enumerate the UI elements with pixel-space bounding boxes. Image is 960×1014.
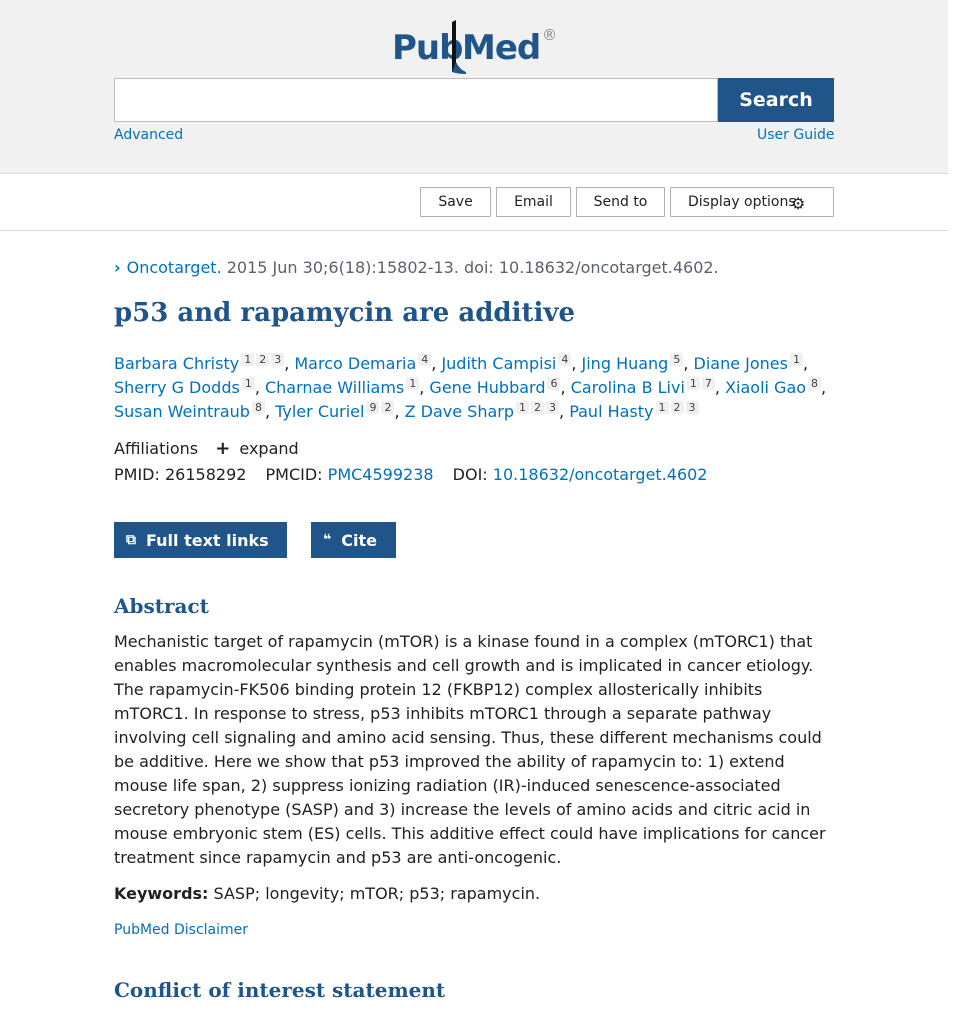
author-link[interactable]: Judith Campisi	[441, 354, 556, 373]
author-link[interactable]: Susan Weintraub	[114, 402, 250, 421]
search-input[interactable]	[114, 78, 718, 122]
external-link-icon: ⧉	[126, 532, 136, 548]
keywords-label: Keywords:	[114, 884, 209, 903]
pubmed-disclaimer-link[interactable]: PubMed Disclaimer	[114, 922, 248, 938]
affiliation-number[interactable]: 1	[406, 377, 420, 390]
affiliation-number[interactable]: 8	[808, 377, 822, 390]
display-options-label: Display options	[688, 194, 796, 210]
email-button[interactable]: Email	[496, 187, 571, 217]
cite-label: Cite	[341, 530, 377, 550]
affiliation-number[interactable]: 8	[251, 401, 265, 414]
author-link[interactable]: Barbara Christy	[114, 354, 239, 373]
affiliation-number[interactable]: 1	[516, 401, 530, 414]
full-text-links-label: Full text links	[146, 530, 269, 550]
affiliation-number[interactable]: 9	[366, 401, 380, 414]
author-link[interactable]: Marco Demaria	[294, 354, 416, 373]
expand-label: expand	[239, 439, 299, 458]
gear-icon: ⚙	[791, 194, 806, 213]
affiliation-number[interactable]: 1	[655, 401, 669, 414]
doi-link[interactable]: 10.18632/oncotarget.4602	[493, 465, 708, 484]
user-guide-link[interactable]: User Guide	[757, 127, 834, 143]
display-options-button[interactable]: Display options ⚙	[670, 187, 834, 217]
affiliation-number[interactable]: 3	[546, 401, 560, 414]
affiliation-number[interactable]: 3	[271, 353, 285, 366]
doi-label: DOI:	[452, 465, 488, 484]
abstract-heading: Abstract	[114, 594, 209, 618]
journal-link[interactable]: Oncotarget.	[127, 258, 222, 277]
chevron-right-icon[interactable]: ›	[114, 258, 121, 277]
advanced-link[interactable]: Advanced	[114, 127, 183, 143]
affiliation-number[interactable]: 2	[670, 401, 684, 414]
affiliation-number[interactable]: 4	[558, 353, 572, 366]
author-link[interactable]: Paul Hasty	[569, 402, 653, 421]
affiliation-number[interactable]: 2	[256, 353, 270, 366]
affiliations-toggle[interactable]: Affiliations + expand	[114, 438, 299, 459]
plus-icon: +	[215, 438, 231, 459]
citation-line: › Oncotarget. 2015 Jun 30;6(18):15802-13.…	[114, 258, 719, 277]
save-button[interactable]: Save	[420, 187, 491, 217]
registered-mark: ®	[542, 26, 557, 44]
author-link[interactable]: Z Dave Sharp	[405, 402, 514, 421]
cite-button[interactable]: ❝ Cite	[311, 522, 396, 558]
author-link[interactable]: Charnae Williams	[265, 378, 404, 397]
conflict-of-interest-heading: Conflict of interest statement	[114, 978, 446, 1002]
pmid-value: 26158292	[164, 465, 247, 484]
quote-icon: ❝	[323, 532, 332, 548]
keywords-list: SASP; longevity; mTOR; p53; rapamycin.	[208, 884, 541, 903]
affiliation-number[interactable]: 2	[381, 401, 395, 414]
pmcid-link[interactable]: PMC4599238	[328, 465, 434, 484]
author-link[interactable]: Gene Hubbard	[429, 378, 545, 397]
affiliation-number[interactable]: 1	[241, 377, 255, 390]
author-link[interactable]: Xiaoli Gao	[725, 378, 806, 397]
affiliations-label: Affiliations	[114, 439, 199, 458]
affiliation-number[interactable]: 5	[670, 353, 684, 366]
affiliation-number[interactable]: 6	[547, 377, 561, 390]
keywords: Keywords: SASP; longevity; mTOR; p53; ra…	[114, 884, 540, 903]
affiliation-number[interactable]: 2	[531, 401, 545, 414]
author-link[interactable]: Sherry G Dodds	[114, 378, 240, 397]
pmcid-label: PMCID:	[265, 465, 323, 484]
author-link[interactable]: Tyler Curiel	[275, 402, 364, 421]
identifiers: PMID: 26158292 PMCID: PMC4599238 DOI: 10…	[114, 465, 707, 484]
affiliation-number[interactable]: 1	[789, 353, 803, 366]
author-link[interactable]: Jing Huang	[582, 354, 669, 373]
citation-details: 2015 Jun 30;6(18):15802-13. doi: 10.1863…	[221, 258, 719, 277]
affiliation-number[interactable]: 7	[701, 377, 715, 390]
article-title: p53 and rapamycin are additive	[114, 298, 576, 328]
full-text-links-button[interactable]: ⧉ Full text links	[114, 522, 287, 558]
author-link[interactable]: Diane Jones	[694, 354, 788, 373]
affiliation-number[interactable]: 1	[241, 353, 255, 366]
pmid-label: PMID:	[114, 465, 160, 484]
affiliation-number[interactable]: 4	[418, 353, 432, 366]
author-link[interactable]: Carolina B Livi	[571, 378, 685, 397]
action-toolbar: Save Email Send to Display options ⚙	[0, 175, 948, 231]
pubmed-logo[interactable]: Pub Med ®	[390, 18, 560, 78]
logo-text-med: Med	[462, 28, 541, 68]
search-button[interactable]: Search	[718, 78, 834, 122]
header: Pub Med ® Search Advanced User Guide	[0, 0, 948, 174]
affiliation-number[interactable]: 1	[686, 377, 700, 390]
affiliation-number[interactable]: 3	[685, 401, 699, 414]
send-to-button[interactable]: Send to	[576, 187, 665, 217]
abstract-text: Mechanistic target of rapamycin (mTOR) i…	[114, 632, 826, 867]
author-list: Barbara Christy 1 2 3, Marco Demaria 4, Judi…	[114, 353, 827, 421]
